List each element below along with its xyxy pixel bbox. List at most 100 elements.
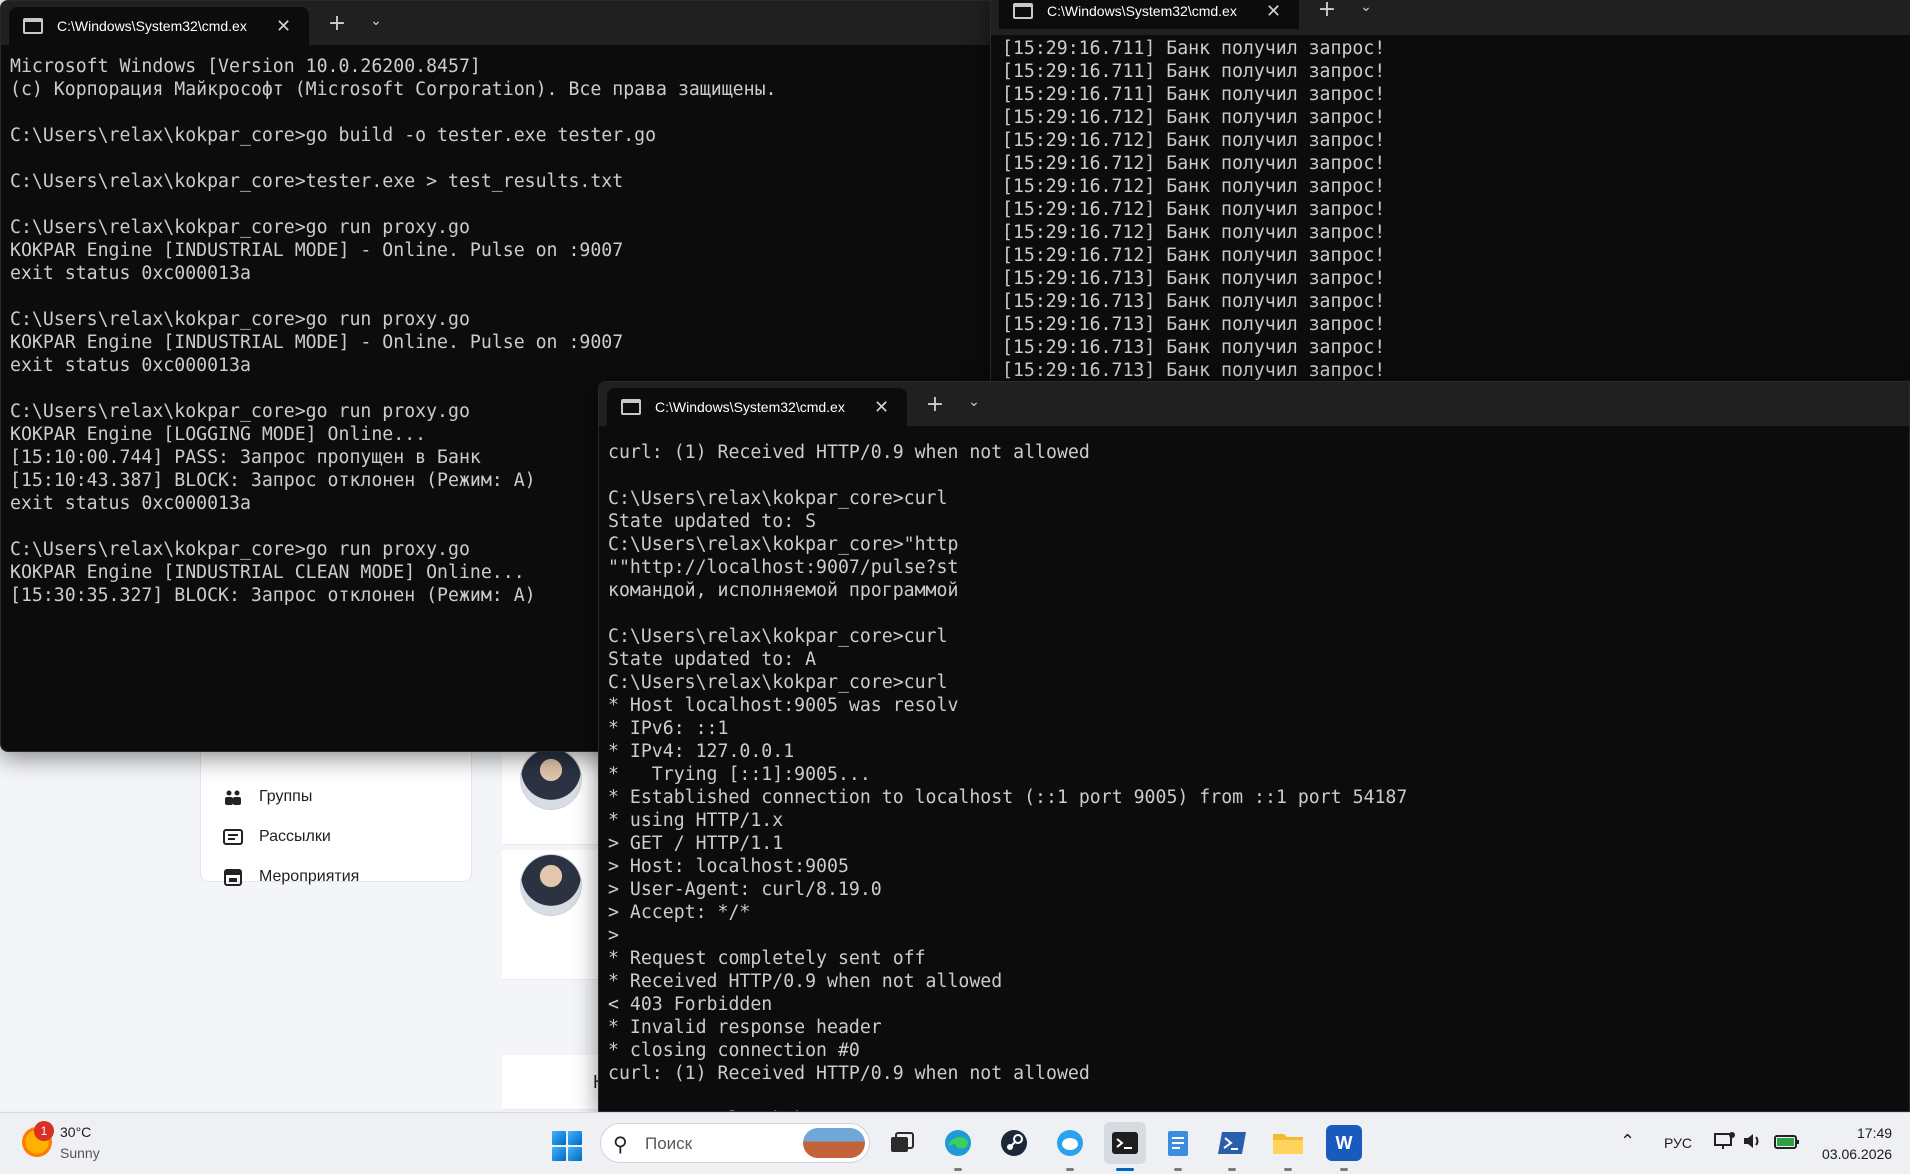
terminal-line: * closing connection #0 (608, 1040, 860, 1061)
tab-cmd[interactable]: C:\Windows\System32\cmd.ex ✕ (999, 0, 1299, 29)
terminal-line: [15:29:16.712] Банк получил запрос! (1002, 130, 1386, 151)
weather-temperature[interactable]: 30°C (60, 1124, 91, 1140)
menu-item-label: Группы (259, 788, 313, 805)
new-tab-button[interactable]: + (319, 11, 355, 36)
weather-description[interactable]: Sunny (60, 1145, 100, 1161)
close-icon[interactable]: ✕ (874, 397, 889, 418)
terminal-line: * Request completely sent off (608, 948, 926, 969)
terminal-line: * Trying [::1]:9005... (608, 764, 871, 785)
tab-bar: C:\Windows\System32\cmd.ex ✕ + ⌄ (991, 0, 1910, 35)
notification-badge: 1 (34, 1121, 54, 1141)
terminal-line: State updated to: A (608, 649, 817, 670)
chevron-up-icon[interactable]: ⌃ (1620, 1131, 1635, 1152)
network-icon[interactable] (1714, 1131, 1736, 1156)
terminal-line: * Host localhost:9005 was resolv (608, 695, 959, 716)
terminal-icon[interactable] (1104, 1122, 1146, 1164)
terminal-line: [15:29:16.711] Банк получил запрос! (1002, 61, 1386, 82)
terminal-line: curl: (1) Received HTTP/0.9 when not all… (608, 1063, 1090, 1084)
language-indicator[interactable]: РУС (1664, 1135, 1692, 1151)
tab-cmd[interactable]: C:\Windows\System32\cmd.ex ✕ (9, 7, 309, 45)
notepad-icon[interactable] (1160, 1125, 1196, 1161)
close-icon[interactable]: ✕ (1266, 1, 1281, 22)
new-tab-button[interactable]: + (917, 392, 953, 417)
chevron-down-icon[interactable]: ⌄ (1351, 0, 1381, 15)
terminal-line: C:\Users\relax\kokpar_core>go run proxy.… (10, 309, 470, 330)
volume-icon[interactable] (1742, 1131, 1764, 1156)
search-placeholder: Поиск (645, 1134, 693, 1153)
active-indicator (1116, 1168, 1134, 1171)
new-tab-button[interactable]: + (1309, 0, 1345, 22)
terminal-line: < 403 Forbidden (608, 994, 773, 1015)
start-button[interactable] (552, 1131, 582, 1161)
terminal-output: curl: (1) Received HTTP/0.9 when not all… (608, 441, 1407, 1111)
clock-date[interactable]: 03.06.2026 (1822, 1146, 1892, 1162)
terminal-line: > Accept: */* (608, 902, 751, 923)
tab-title: C:\Windows\System32\cmd.ex (1047, 3, 1237, 19)
menu-item-events[interactable]: Мероприятия (223, 857, 359, 897)
taskbar: 1 30°C Sunny ⚲ Поиск W ⌃ РУС 17:49 03.06… (0, 1112, 1910, 1174)
task-view-icon[interactable] (884, 1125, 920, 1161)
steam-icon[interactable] (996, 1125, 1032, 1161)
terminal-line: [15:29:16.713] Банк получил запрос! (1002, 268, 1386, 289)
chevron-down-icon[interactable]: ⌄ (361, 13, 391, 29)
terminal-line: [15:29:16.712] Банк получил запрос! (1002, 176, 1386, 197)
terminal-line: [15:29:16.712] Банк получил запрос! (1002, 222, 1386, 243)
sidebar-menu: Группы Рассылки Мероприятия (200, 740, 472, 886)
terminal-line: [15:29:16.712] Банк получил запрос! (1002, 153, 1386, 174)
terminal-line: curl: (1) Received HTTP/0.9 when not all… (608, 442, 1090, 463)
terminal-line: * Received HTTP/0.9 when not allowed (608, 971, 1003, 992)
search-input[interactable]: ⚲ Поиск (600, 1123, 870, 1163)
terminal-window-middle[interactable]: C:\Windows\System32\cmd.ex ✕ + ⌄ curl: (… (598, 381, 1910, 1112)
terminal-line: C:\Users\relax\kokpar_core>go run proxy.… (10, 217, 470, 238)
events-icon (223, 868, 243, 886)
terminal-line: [15:29:16.713] Банк получил запрос! (1002, 291, 1386, 312)
search-highlight-image (803, 1128, 865, 1158)
terminal-line: [15:29:16.713] Банк получил запрос! (1002, 360, 1386, 381)
terminal-line: * IPv4: 127.0.0.1 (608, 741, 795, 762)
avatar (520, 854, 582, 916)
terminal-line: C:\Users\relax\kokpar_core>curl (608, 672, 948, 693)
terminal-line: exit status 0xc000013a (10, 355, 251, 376)
groups-icon (223, 788, 243, 806)
edge-icon[interactable] (940, 1125, 976, 1161)
cmd-icon (621, 399, 641, 415)
terminal-line: [15:29:16.711] Банк получил запрос! (1002, 84, 1386, 105)
file-explorer-icon[interactable] (1270, 1125, 1306, 1161)
terminal-line: C:\Users\relax\kokpar_core>go build -o t… (10, 125, 657, 146)
battery-icon[interactable] (1774, 1131, 1800, 1156)
tab-title: C:\Windows\System32\cmd.ex (655, 399, 845, 415)
chevron-down-icon[interactable]: ⌄ (959, 394, 989, 410)
terminal-line: ""http://localhost:9007/pulse?st (608, 557, 959, 578)
avatar (520, 748, 582, 810)
tab-title: C:\Windows\System32\cmd.ex (57, 18, 247, 34)
terminal-line: > (608, 925, 619, 946)
menu-item-label: Мероприятия (259, 868, 360, 885)
terminal-line: командой, исполняемой программой (608, 580, 959, 601)
clock-time[interactable]: 17:49 (1857, 1125, 1892, 1141)
terminal-line: State updated to: S (608, 511, 817, 532)
newsletter-icon (223, 828, 243, 846)
tab-bar: C:\Windows\System32\cmd.ex ✕ + ⌄ (1, 1, 999, 45)
terminal-line: KOKPAR Engine [INDUSTRIAL MODE] - Online… (10, 240, 624, 261)
tab-bar: C:\Windows\System32\cmd.ex ✕ + ⌄ (599, 382, 1909, 426)
terminal-line: C:\Users\relax\kokpar_core>tester.exe > … (10, 171, 624, 192)
terminal-line: * Invalid response header (608, 1017, 882, 1038)
terminal-line: Microsoft Windows [Version 10.0.26200.84… (10, 56, 481, 77)
terminal-line: > Host: localhost:9005 (608, 856, 849, 877)
word-icon[interactable]: W (1326, 1125, 1362, 1161)
running-indicator (1174, 1168, 1182, 1171)
menu-item-newsletters[interactable]: Рассылки (223, 817, 331, 857)
cmd-icon (1013, 3, 1033, 19)
terminal-line: > GET / HTTP/1.1 (608, 833, 784, 854)
close-icon[interactable]: ✕ (276, 16, 291, 37)
chat-app-icon[interactable] (1052, 1125, 1088, 1161)
menu-item-groups[interactable]: Группы (223, 777, 312, 817)
terminal-line: KOKPAR Engine [INDUSTRIAL MODE] - Online… (10, 332, 624, 353)
tab-cmd[interactable]: C:\Windows\System32\cmd.ex ✕ (607, 388, 907, 426)
terminal-line: [15:29:16.712] Банк получил запрос! (1002, 107, 1386, 128)
powershell-icon[interactable] (1214, 1125, 1250, 1161)
